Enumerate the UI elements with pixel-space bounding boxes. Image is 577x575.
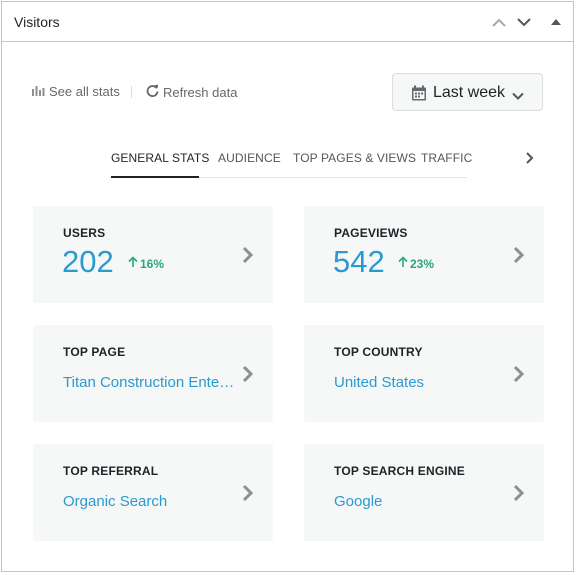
move-down-button[interactable] <box>512 10 536 34</box>
pageviews-change: 23% <box>398 256 434 271</box>
chevron-right-icon <box>241 246 255 269</box>
chevron-right-icon <box>241 484 255 507</box>
pageviews-value: 542 <box>333 244 385 279</box>
arrow-up-icon <box>128 256 138 271</box>
card-label: TOP SEARCH ENGINE <box>334 464 465 478</box>
users-change-percent: 16% <box>140 256 165 271</box>
tab-traffic[interactable]: TRAFFIC <box>421 151 472 165</box>
see-all-stats-link[interactable]: See all stats <box>32 84 120 99</box>
card-label: TOP PAGE <box>63 345 126 359</box>
tab-audience[interactable]: AUDIENCE <box>218 151 281 165</box>
collapse-panel-button[interactable] <box>544 10 568 34</box>
date-range-label: Last week <box>433 84 506 101</box>
bar-chart-icon <box>32 84 45 99</box>
card-label: USERS <box>63 226 106 240</box>
active-tab-indicator <box>111 176 199 178</box>
visitors-panel: Visitors See all stats Refresh data Last… <box>1 1 574 572</box>
top-search-engine-card[interactable]: TOP SEARCH ENGINE Google <box>304 444 544 541</box>
top-page-card[interactable]: TOP PAGE Titan Construction Enter… <box>33 325 273 422</box>
tab-top-pages-views[interactable]: TOP PAGES & VIEWS <box>293 151 416 165</box>
top-page-link[interactable]: Titan Construction Enter… <box>63 374 239 391</box>
refresh-data-link[interactable]: Refresh data <box>146 84 237 100</box>
chevron-down-icon <box>517 17 531 27</box>
top-referral-card[interactable]: TOP REFERRAL Organic Search <box>33 444 273 541</box>
stats-tabs: GENERAL STATS AUDIENCE TOP PAGES & VIEWS… <box>110 142 472 178</box>
refresh-icon <box>146 84 159 100</box>
users-card[interactable]: USERS 202 16% <box>33 206 273 303</box>
panel-title: Visitors <box>14 14 60 30</box>
calendar-icon <box>411 85 427 106</box>
chevron-down-icon <box>512 87 524 105</box>
card-label: TOP REFERRAL <box>63 464 159 478</box>
arrow-up-icon <box>398 256 408 271</box>
toolbar-divider <box>131 86 132 98</box>
top-country-link[interactable]: United States <box>334 374 424 391</box>
triangle-up-icon <box>551 19 561 25</box>
pageviews-change-percent: 23% <box>410 256 435 271</box>
tabs-scroll-right-button[interactable] <box>521 150 537 166</box>
top-country-card[interactable]: TOP COUNTRY United States <box>304 325 544 422</box>
pageviews-card[interactable]: PAGEVIEWS 542 23% <box>304 206 544 303</box>
users-change: 16% <box>128 256 164 271</box>
chevron-right-icon <box>512 484 526 507</box>
chevron-up-icon <box>492 18 506 27</box>
chevron-right-icon <box>521 152 537 170</box>
users-value: 202 <box>62 244 114 279</box>
card-label: TOP COUNTRY <box>334 345 423 359</box>
tab-general-stats[interactable]: GENERAL STATS <box>111 151 209 165</box>
card-label: PAGEVIEWS <box>334 226 408 240</box>
chevron-right-icon <box>241 365 255 388</box>
top-search-engine-link[interactable]: Google <box>334 493 382 510</box>
date-range-dropdown[interactable]: Last week <box>392 73 543 111</box>
panel-header: Visitors <box>2 2 573 42</box>
chevron-right-icon <box>512 246 526 269</box>
refresh-data-label: Refresh data <box>163 84 238 100</box>
top-referral-link[interactable]: Organic Search <box>63 493 167 510</box>
see-all-stats-label: See all stats <box>49 84 120 99</box>
move-up-button[interactable] <box>487 10 511 34</box>
chevron-right-icon <box>512 365 526 388</box>
